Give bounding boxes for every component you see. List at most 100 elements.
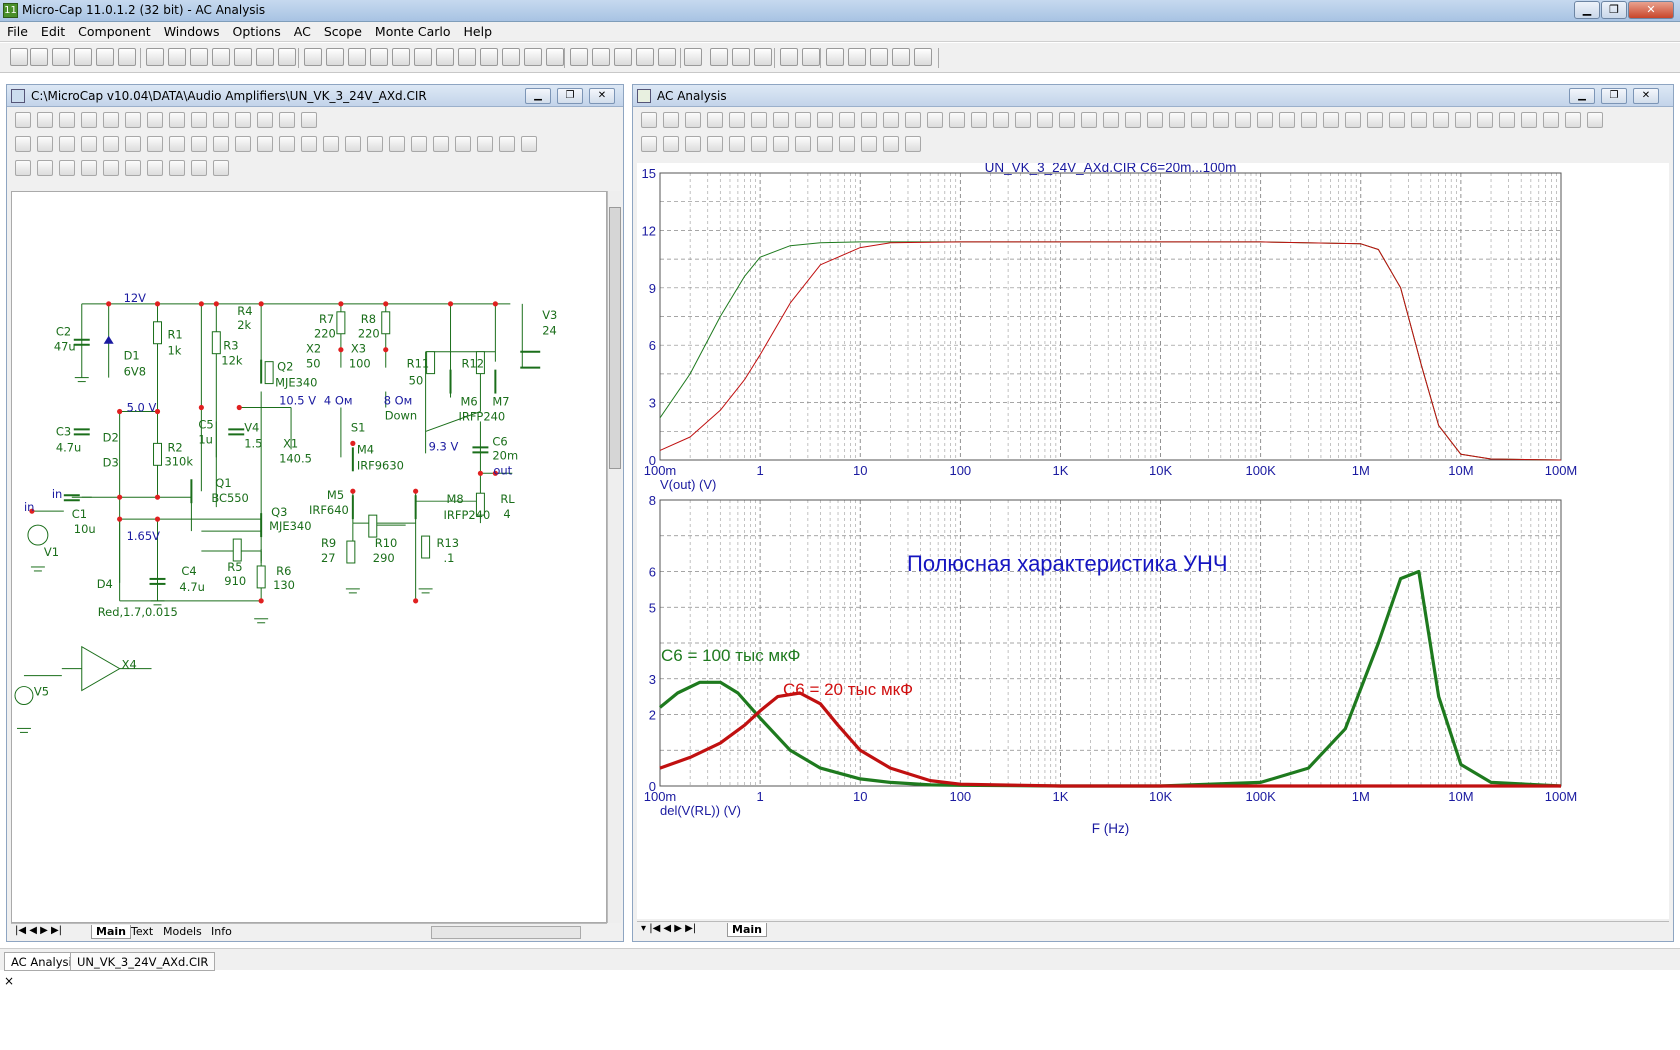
toolbar-icon[interactable] (905, 112, 921, 128)
toolbar-icon[interactable] (213, 136, 229, 152)
toolbar-icon[interactable] (685, 112, 701, 128)
toolbar-icon[interactable] (433, 136, 449, 152)
toolbar-icon[interactable] (1081, 112, 1097, 128)
menu-edit[interactable]: Edit (34, 22, 71, 39)
toolbar-icon[interactable] (37, 136, 53, 152)
toolbar-icon[interactable] (839, 136, 855, 152)
menu-help[interactable]: Help (457, 22, 499, 39)
toolbar-icon[interactable] (59, 136, 75, 152)
toolbar-icon[interactable] (103, 160, 119, 176)
toolbar-button-icon[interactable] (780, 48, 798, 66)
toolbar-icon[interactable] (213, 112, 229, 128)
toolbar-button-icon[interactable] (458, 48, 476, 66)
toolbar-icon[interactable] (817, 112, 833, 128)
toolbar-button-icon[interactable] (480, 48, 498, 66)
toolbar-icon[interactable] (147, 136, 163, 152)
toolbar-button-icon[interactable] (348, 48, 366, 66)
toolbar-icon[interactable] (795, 112, 811, 128)
toolbar-icon[interactable] (1345, 112, 1361, 128)
toolbar-icon[interactable] (59, 112, 75, 128)
toolbar-icon[interactable] (861, 112, 877, 128)
toolbar-icon[interactable] (59, 160, 75, 176)
toolbar-icon[interactable] (729, 112, 745, 128)
toolbar-icon[interactable] (169, 136, 185, 152)
toolbar-icon[interactable] (729, 136, 745, 152)
toolbar-button-icon[interactable] (546, 48, 564, 66)
toolbar-icon[interactable] (257, 112, 273, 128)
toolbar-icon[interactable] (883, 136, 899, 152)
tab-text[interactable]: Text (127, 925, 157, 938)
toolbar-icon[interactable] (641, 112, 657, 128)
toolbar-button-icon[interactable] (370, 48, 388, 66)
toolbar-icon[interactable] (499, 136, 515, 152)
toolbar-icon[interactable] (1389, 112, 1405, 128)
toolbar-icon[interactable] (235, 112, 251, 128)
toolbar-button-icon[interactable] (802, 48, 820, 66)
toolbar-button-icon[interactable] (684, 48, 702, 66)
toolbar-icon[interactable] (81, 112, 97, 128)
output-close-icon[interactable]: × (4, 974, 14, 988)
toolbar-icon[interactable] (191, 112, 207, 128)
toolbar-icon[interactable] (147, 160, 163, 176)
toolbar-icon[interactable] (817, 136, 833, 152)
toolbar-icon[interactable] (905, 136, 921, 152)
toolbar-icon[interactable] (191, 160, 207, 176)
toolbar-icon[interactable] (257, 136, 273, 152)
tab-main[interactable]: Main (91, 925, 131, 939)
toolbar-icon[interactable] (521, 136, 537, 152)
schematic-vscroll-thumb[interactable] (609, 207, 621, 469)
toolbar-icon[interactable] (707, 136, 723, 152)
toolbar-icon[interactable] (751, 136, 767, 152)
toolbar-button-icon[interactable] (658, 48, 676, 66)
toolbar-icon[interactable] (367, 136, 383, 152)
toolbar-icon[interactable] (795, 136, 811, 152)
toolbar-icon[interactable] (1257, 112, 1273, 128)
toolbar-button-icon[interactable] (168, 48, 186, 66)
window-tab-schematic[interactable]: UN_VK_3_24V_AXd.CIR (70, 952, 216, 971)
toolbar-button-icon[interactable] (570, 48, 588, 66)
toolbar-icon[interactable] (1565, 112, 1581, 128)
toolbar-icon[interactable] (1367, 112, 1383, 128)
toolbar-icon[interactable] (191, 136, 207, 152)
toolbar-icon[interactable] (1235, 112, 1251, 128)
toolbar-icon[interactable] (839, 112, 855, 128)
toolbar-button-icon[interactable] (892, 48, 910, 66)
toolbar-icon[interactable] (389, 136, 405, 152)
toolbar-icon[interactable] (641, 136, 657, 152)
menu-file[interactable]: File (0, 22, 34, 39)
toolbar-icon[interactable] (1279, 112, 1295, 128)
toolbar-icon[interactable] (1213, 112, 1229, 128)
toolbar-icon[interactable] (103, 136, 119, 152)
toolbar-icon[interactable] (147, 112, 163, 128)
analysis-tab-nav-arrows[interactable]: ▾ |◀ ◀ ▶ ▶| (637, 923, 700, 934)
toolbar-icon[interactable] (1015, 112, 1031, 128)
menu-monte-carlo[interactable]: Monte Carlo (368, 22, 457, 39)
toolbar-icon[interactable] (15, 136, 31, 152)
toolbar-icon[interactable] (169, 160, 185, 176)
toolbar-icon[interactable] (1587, 112, 1603, 128)
toolbar-button-icon[interactable] (732, 48, 750, 66)
toolbar-icon[interactable] (125, 136, 141, 152)
toolbar-icon[interactable] (235, 136, 251, 152)
toolbar-icon[interactable] (1521, 112, 1537, 128)
schematic-close-button[interactable]: ✕ (589, 88, 615, 104)
menu-windows[interactable]: Windows (157, 22, 226, 39)
toolbar-button-icon[interactable] (614, 48, 632, 66)
toolbar-button-icon[interactable] (392, 48, 410, 66)
toolbar-icon[interactable] (685, 136, 701, 152)
toolbar-button-icon[interactable] (848, 48, 866, 66)
toolbar-button-icon[interactable] (190, 48, 208, 66)
toolbar-icon[interactable] (1169, 112, 1185, 128)
toolbar-icon[interactable] (477, 136, 493, 152)
analysis-tab-main[interactable]: Main (727, 923, 767, 937)
maximize-button[interactable]: ❐ (1601, 1, 1627, 19)
toolbar-icon[interactable] (1477, 112, 1493, 128)
toolbar-button-icon[interactable] (256, 48, 274, 66)
toolbar-button-icon[interactable] (826, 48, 844, 66)
toolbar-icon[interactable] (971, 112, 987, 128)
toolbar-icon[interactable] (1103, 112, 1119, 128)
minimize-button[interactable]: ▁ (1574, 1, 1600, 19)
toolbar-icon[interactable] (37, 160, 53, 176)
toolbar-icon[interactable] (125, 112, 141, 128)
toolbar-button-icon[interactable] (30, 48, 48, 66)
